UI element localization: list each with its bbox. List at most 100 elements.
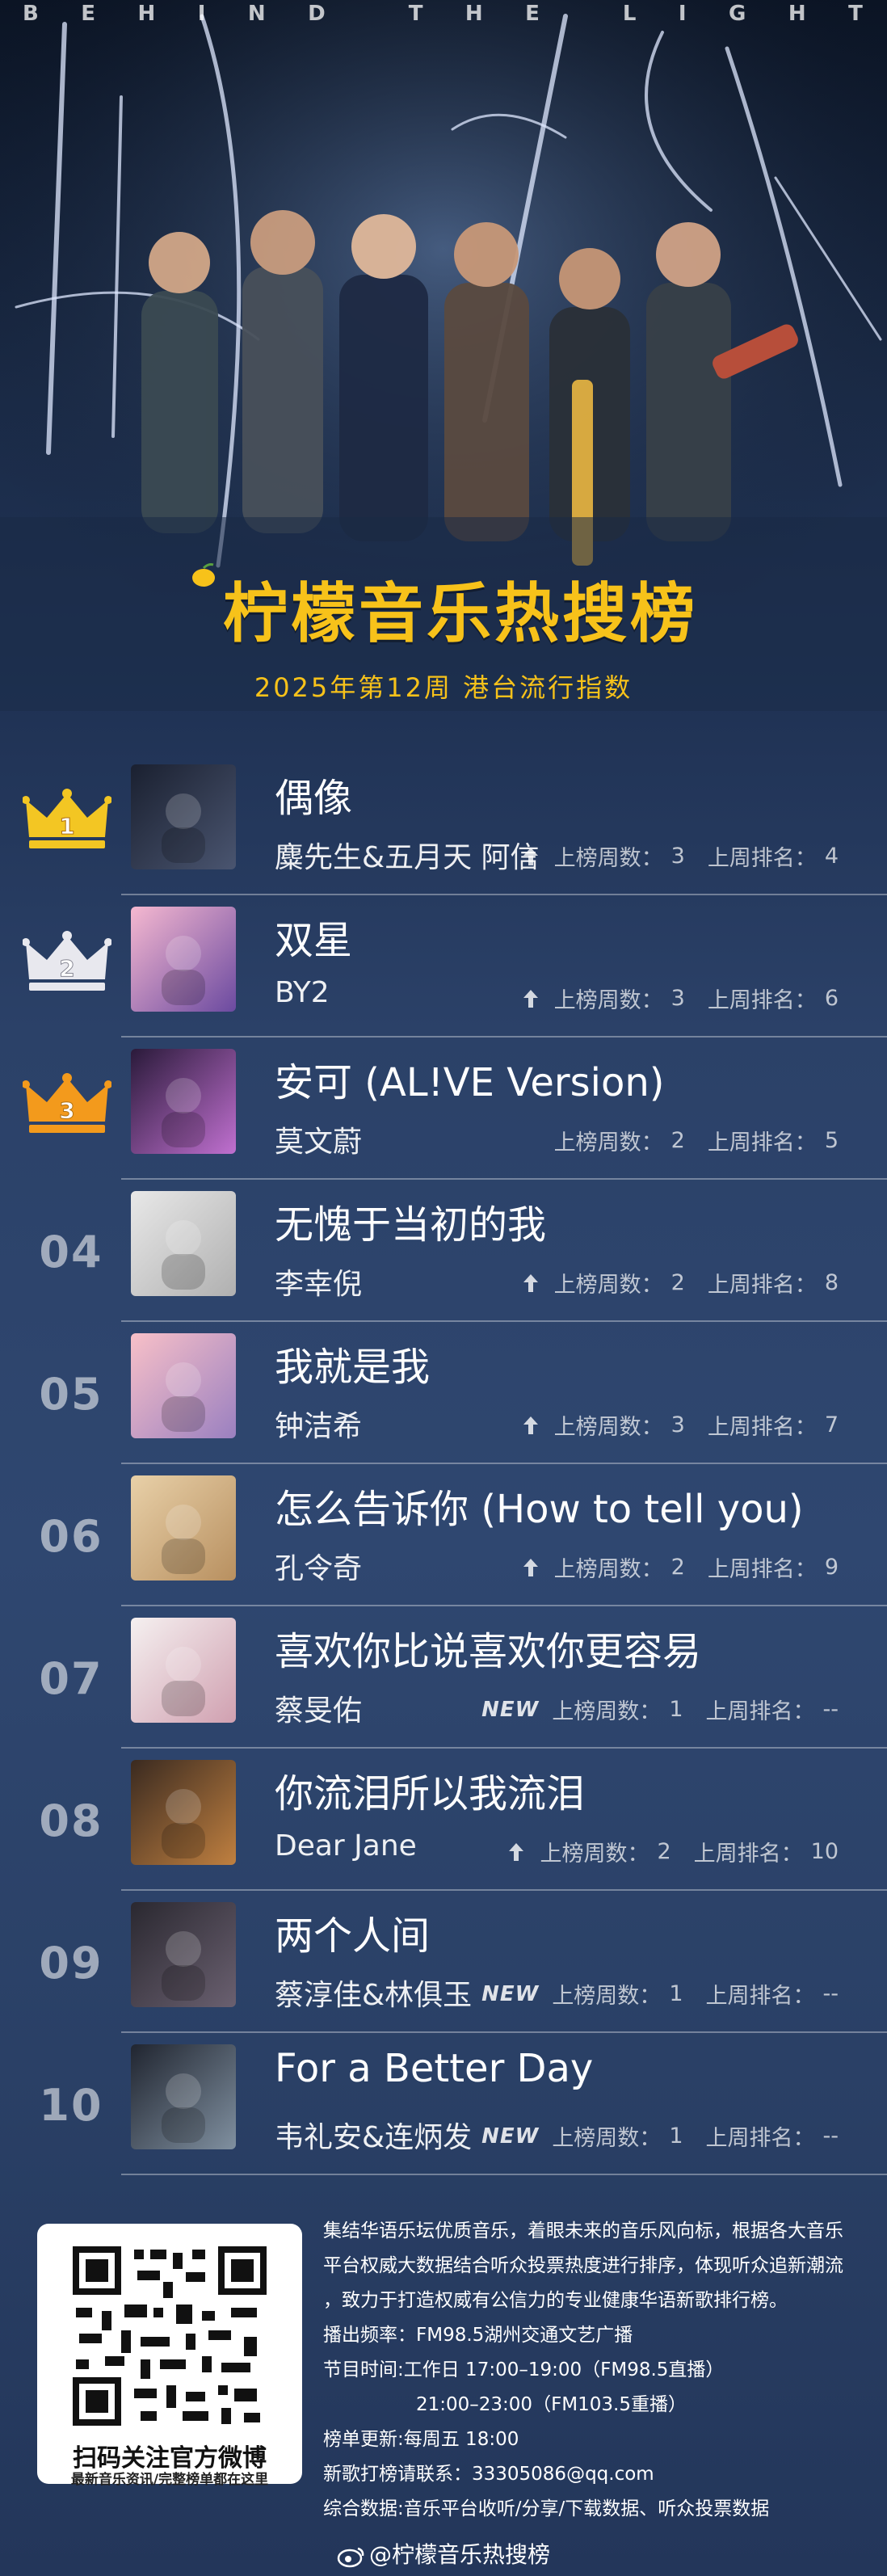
album-cover[interactable] [131, 764, 236, 869]
last-rank-value: 8 [824, 1270, 839, 1295]
rank-stats: 上榜周数： 3 上周排名： 4 [522, 840, 839, 872]
weeks-label: 上榜周数： [553, 1273, 663, 1298]
album-cover[interactable] [131, 1618, 236, 1723]
last-rank-value: 4 [824, 844, 839, 869]
artist-name: 孔令奇 [275, 1552, 363, 1585]
chart-title: 柠檬音乐热搜榜 [0, 562, 887, 655]
ranking-row[interactable]: 07 喜欢你比说喜欢你更容易 蔡旻佑 NEW 上榜周数： 1 上周排名： -- [0, 1606, 887, 1749]
up-arrow-icon [523, 847, 538, 865]
album-cover-image [131, 1475, 236, 1581]
album-cover[interactable] [131, 1760, 236, 1865]
last-rank-value: 9 [824, 1555, 839, 1580]
ranking-row[interactable]: 08 你流泪所以我流泪 Dear Jane 上榜周数： 2 上周排名： 10 [0, 1749, 887, 1891]
qr-card[interactable]: 扫码关注官方微博 最新音乐资讯/完整榜单都在这里 [37, 2224, 302, 2488]
weeks-label: 上榜周数： [553, 988, 663, 1013]
info-line: 集结华语乐坛优质音乐，着眼未来的音乐风向标，根据各大音乐 [323, 2220, 843, 2241]
weeks-value: 3 [671, 1412, 685, 1437]
up-arrow-icon [509, 1842, 524, 1861]
song-title: 喜欢你比说喜欢你更容易 [275, 1629, 702, 1674]
last-rank-value: 6 [824, 986, 839, 1011]
artist-name: 蔡旻佑 [275, 1694, 363, 1728]
album-cover[interactable] [131, 1049, 236, 1154]
weeks-value: 1 [669, 2124, 683, 2149]
new-badge: NEW [481, 2124, 540, 2149]
weeks-value: 1 [669, 1697, 683, 1722]
info-line: 平台权威大数据结合听众投票热度进行排序，体现听众追新潮流 [323, 2255, 843, 2276]
album-cover[interactable] [131, 2044, 236, 2149]
hero-tagline: BEHINDTHELIGHT [23, 2, 864, 26]
weeks-label: 上榜周数： [552, 2126, 662, 2151]
last-rank-label: 上周排名： [707, 1273, 817, 1298]
album-cover[interactable] [131, 907, 236, 1012]
crown-icon: 3 [23, 1073, 111, 1133]
rank-number: 05 [39, 1369, 103, 1420]
song-title: 偶像 [275, 776, 353, 821]
last-rank-label: 上周排名： [707, 1557, 817, 1582]
last-rank-label: 上周排名： [705, 1984, 815, 2009]
rank-stats: 上榜周数： 3 上周排名： 7 [522, 1409, 839, 1441]
last-rank-label: 上周排名： [707, 1130, 817, 1155]
album-cover-image [131, 1902, 236, 2007]
album-cover[interactable] [131, 1333, 236, 1438]
ranking-row[interactable]: 09 两个人间 蔡淳佳&林俱玉 NEW 上榜周数： 1 上周排名： -- [0, 1891, 887, 2033]
artist-name: 钟洁希 [275, 1410, 363, 1443]
rank-number: 06 [39, 1511, 103, 1562]
ranking-row[interactable]: 10 For a Better Day 韦礼安&连炳发 NEW 上榜周数： 1 上周排… [0, 2033, 887, 2175]
weibo-handle[interactable]: @柠檬音乐热搜榜 [0, 2537, 887, 2570]
weeks-value: 2 [671, 1270, 685, 1295]
song-title: 怎么告诉你 (How to tell you) [275, 1487, 804, 1532]
album-cover[interactable] [131, 1191, 236, 1296]
album-cover-image [131, 1760, 236, 1865]
crown-icon: 1 [23, 789, 111, 848]
song-title: 无愧于当初的我 [275, 1202, 547, 1248]
info-line: 播出频率：FM98.5湖州交通文艺广播 [323, 2325, 633, 2346]
program-info: 集结华语乐坛优质音乐，着眼未来的音乐风向标，根据各大音乐 平台权威大数据结合听众… [323, 2214, 872, 2527]
rank-stats: 上榜周数： 2 上周排名： 5 [554, 1125, 839, 1156]
info-line: 21:00–23:00（FM103.5重播） [323, 2394, 687, 2415]
info-line[interactable]: 新歌打榜请联系：33305086@qq.com [323, 2457, 872, 2492]
ranking-row[interactable]: 1 偶像 麋先生&五月天 阿信 上榜周数： 3 上周排名： 4 [0, 753, 887, 895]
rank-stats: NEW 上榜周数： 1 上周排名： -- [481, 2120, 839, 2152]
new-badge: NEW [481, 1981, 540, 2006]
new-badge: NEW [481, 1697, 540, 1722]
last-rank-label: 上周排名： [707, 1415, 817, 1440]
weeks-value: 2 [671, 1555, 685, 1580]
rank-number: 08 [39, 1795, 103, 1846]
album-cover-image [131, 1191, 236, 1296]
last-rank-label: 上周排名： [693, 1842, 803, 1867]
ranking-row[interactable]: 04 无愧于当初的我 李幸倪 上榜周数： 2 上周排名： 8 [0, 1180, 887, 1322]
weeks-label: 上榜周数： [553, 1130, 663, 1155]
artist-name: 韦礼安&连炳发 [275, 2121, 473, 2154]
song-title: 安可 (AL!VE Version) [275, 1060, 665, 1105]
weeks-label: 上榜周数： [553, 846, 663, 871]
album-cover[interactable] [131, 1902, 236, 2007]
rank-number: 09 [39, 1938, 103, 1989]
ranking-row[interactable]: 2 双星 BY2 上榜周数： 3 上周排名： 6 [0, 895, 887, 1038]
last-rank-value: 10 [810, 1839, 839, 1864]
last-rank-value: 7 [824, 1412, 839, 1437]
ranking-row[interactable]: 3 安可 (AL!VE Version) 莫文蔚 上榜周数： 2 上周排名： 5 [0, 1038, 887, 1180]
rank-stats: 上榜周数： 3 上周排名： 6 [522, 983, 839, 1014]
rank-stats: 上榜周数： 2 上周排名： 9 [522, 1551, 839, 1583]
info-line: ，致力于打造权威有公信力的专业健康华语新歌排行榜。 [323, 2290, 788, 2311]
album-cover[interactable] [131, 1475, 236, 1581]
ranking-row[interactable]: 06 怎么告诉你 (How to tell you) 孔令奇 上榜周数： 2 上周排… [0, 1464, 887, 1606]
last-rank-value: -- [822, 1697, 839, 1722]
rank-stats: 上榜周数： 2 上周排名： 10 [507, 1836, 839, 1867]
last-rank-label: 上周排名： [705, 2126, 815, 2151]
last-rank-value: 5 [824, 1128, 839, 1153]
rank-stats: NEW 上榜周数： 1 上周排名： -- [481, 1978, 839, 2010]
ranking-row[interactable]: 05 我就是我 钟洁希 上榜周数： 3 上周排名： 7 [0, 1322, 887, 1464]
crown-icon: 2 [23, 931, 111, 991]
artist-name: 李幸倪 [275, 1268, 363, 1301]
hero-banner: BEHINDTHELIGHT 柠檬音乐热搜榜 2025年第12周 港台流行指数 [0, 0, 887, 711]
weibo-icon [337, 2547, 364, 2568]
qr-code-icon[interactable] [73, 2246, 267, 2426]
rank-number: 04 [39, 1227, 103, 1277]
album-cover-image [131, 1333, 236, 1438]
info-line: 节目时间:工作日 17:00–19:00（FM98.5直播） [323, 2359, 725, 2380]
weeks-label: 上榜周数： [553, 1557, 663, 1582]
album-cover-image [131, 907, 236, 1012]
weeks-value: 3 [671, 844, 685, 869]
up-arrow-icon [523, 1273, 538, 1292]
